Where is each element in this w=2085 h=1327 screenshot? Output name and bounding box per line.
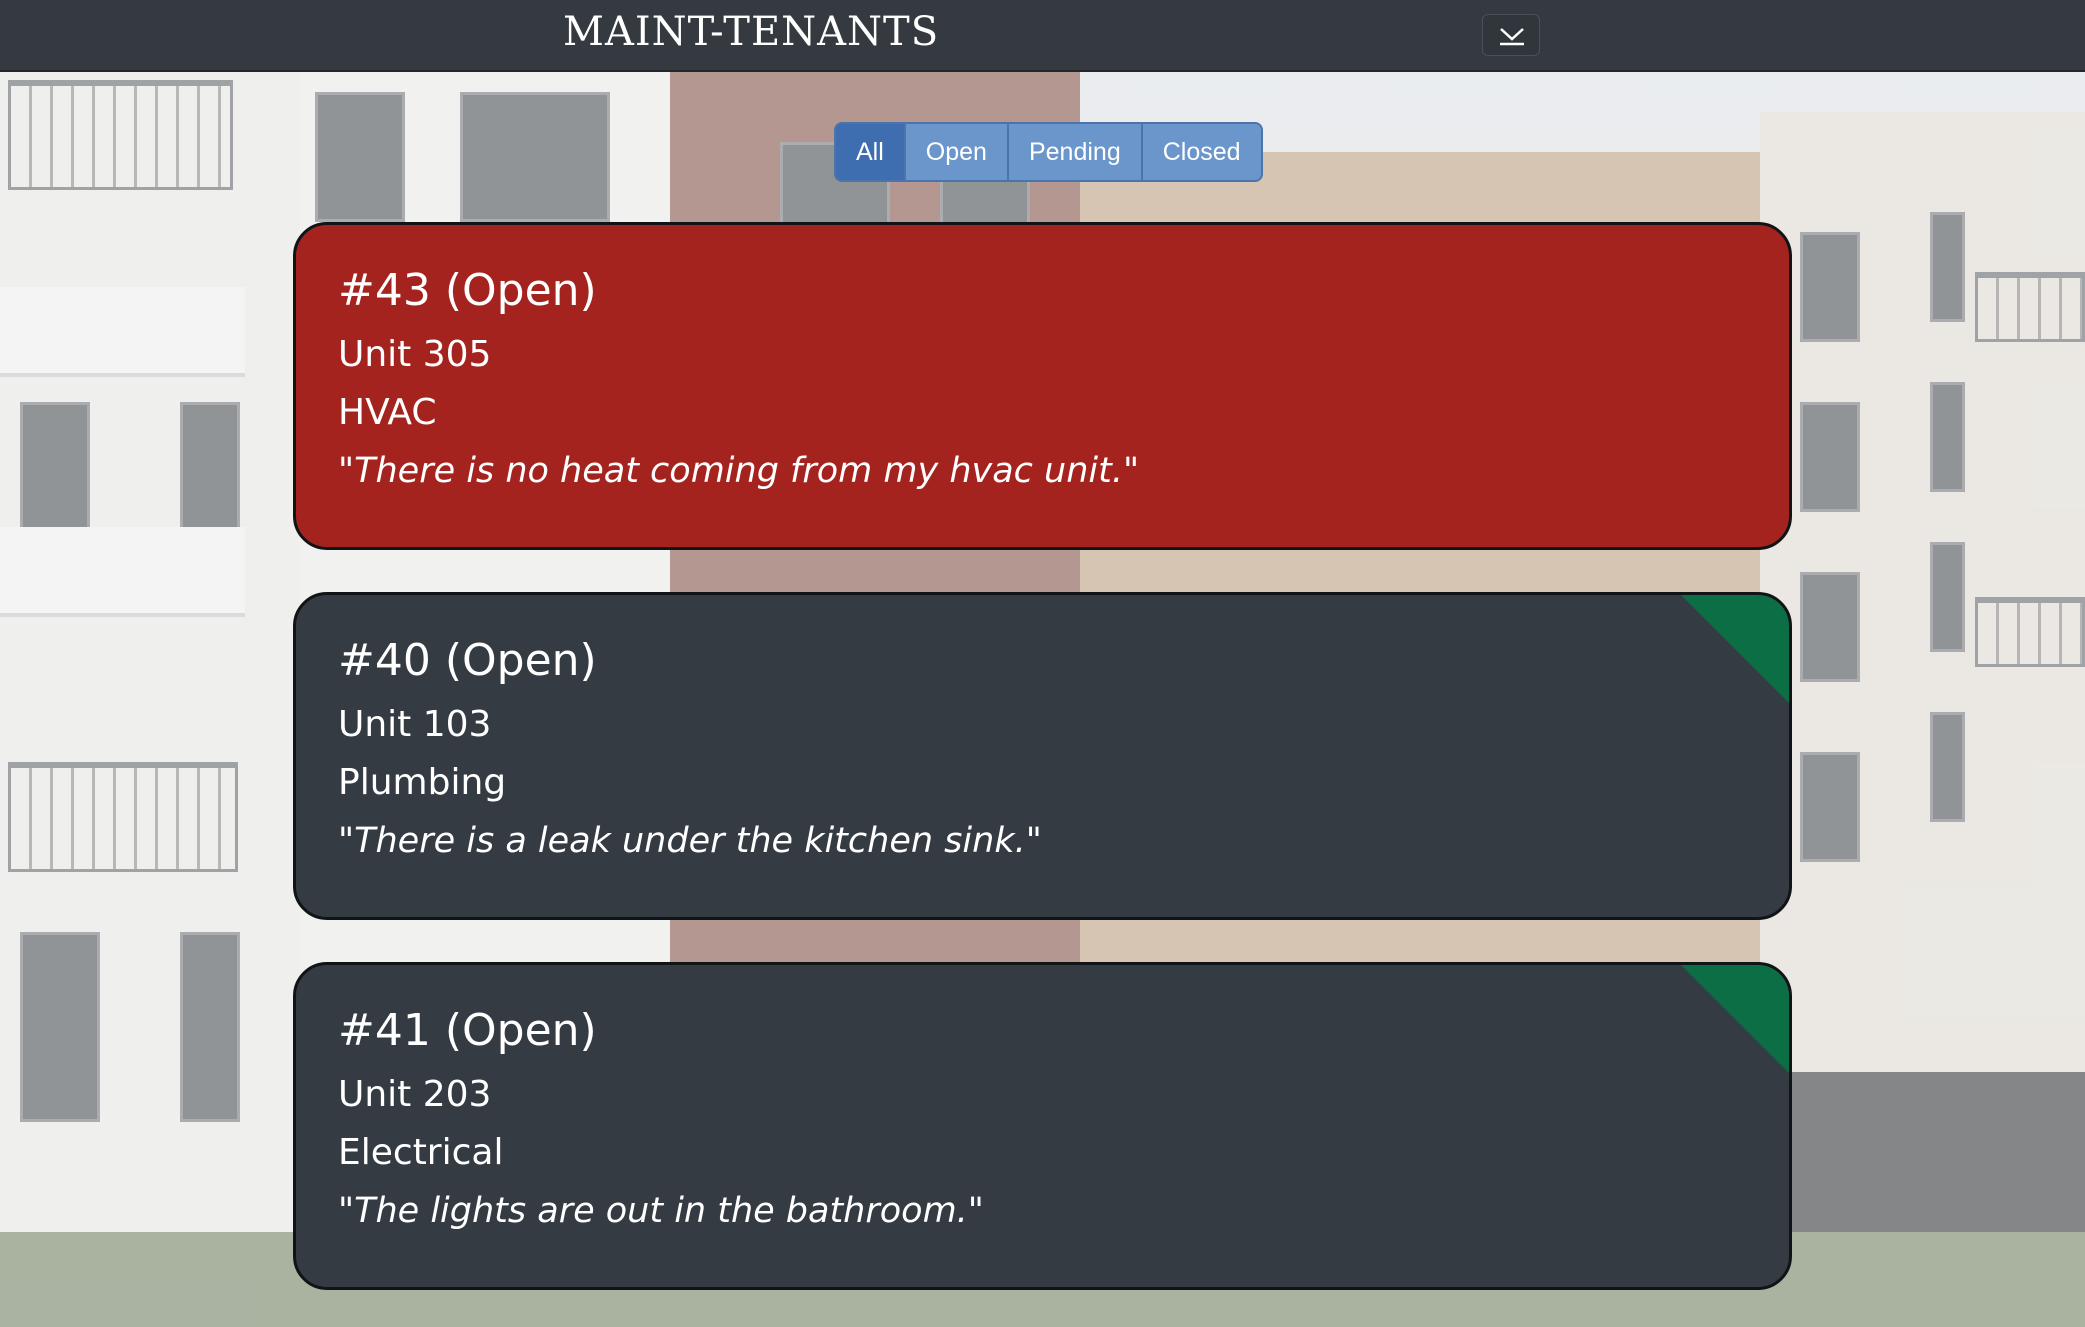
ticket-card[interactable]: #43 (Open) Unit 305 HVAC "There is no he… [293, 222, 1792, 550]
ticket-card[interactable]: #40 (Open) Unit 103 Plumbing "There is a… [293, 592, 1792, 920]
ticket-title: #43 (Open) [338, 265, 597, 316]
ticket-unit: Unit 203 [338, 1073, 492, 1115]
ticket-card[interactable]: #41 (Open) Unit 203 Electrical "The ligh… [293, 962, 1792, 1290]
ticket-description: "There is a leak under the kitchen sink.… [338, 820, 1042, 861]
filter-all-button[interactable]: All [836, 124, 906, 180]
filter-pending-button[interactable]: Pending [1008, 124, 1143, 180]
ticket-category: HVAC [338, 391, 437, 433]
navbar-toggle-button[interactable] [1482, 14, 1540, 56]
filter-closed-button[interactable]: Closed [1142, 124, 1261, 180]
status-corner-flag [1681, 965, 1789, 1073]
filter-open-button[interactable]: Open [905, 124, 1009, 180]
app-title[interactable]: MAINT-TENANTS [563, 9, 939, 55]
ticket-title: #40 (Open) [338, 635, 597, 686]
ticket-unit: Unit 103 [338, 703, 492, 745]
ticket-description: "There is no heat coming from my hvac un… [338, 450, 1140, 491]
chevron-down-icon [1500, 28, 1524, 46]
ticket-category: Electrical [338, 1131, 504, 1173]
top-navbar: MAINT-TENANTS [0, 0, 2085, 72]
ticket-description: "The lights are out in the bathroom." [338, 1190, 984, 1231]
status-filter-group: All Open Pending Closed [834, 122, 1263, 182]
ticket-category: Plumbing [338, 761, 507, 803]
ticket-title: #41 (Open) [338, 1005, 597, 1056]
status-corner-flag [1681, 595, 1789, 703]
ticket-unit: Unit 305 [338, 333, 492, 375]
